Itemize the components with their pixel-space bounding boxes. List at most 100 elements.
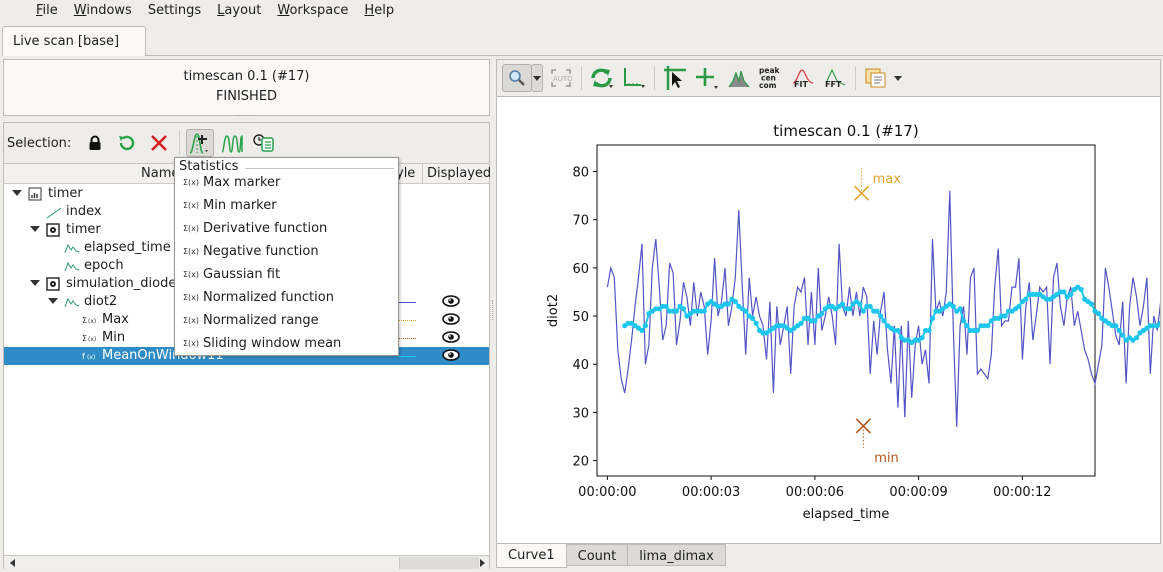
scroll-right-arrow-icon[interactable] [480,559,485,567]
chart[interactable]: timescan 0.1 (#17) 20 30 40 50 60 70 80 00:00:00… [497,97,1163,542]
mean-point [819,311,825,317]
menu-item-max-marker[interactable]: Σ(x) Max marker [175,173,398,196]
mean-point [867,303,873,309]
mean-point [1068,291,1074,297]
expand-arrow-icon[interactable] [48,298,58,304]
menu-item-gaussian-fit[interactable]: Σ(x) Gaussian fit [175,265,398,288]
tree-row-label: epoch [84,258,124,273]
visibility-eye-icon[interactable] [442,313,460,329]
menu-settings[interactable]: Settings [140,0,209,22]
x-tick-label: 00:00:09 [889,485,947,500]
menu-item-negative-function[interactable]: Σ(x) Negative function [175,242,398,265]
fit-button[interactable]: FIT [789,64,817,92]
crosshair-cursor-button[interactable] [661,64,689,92]
plus-icon [696,68,718,89]
mean-point [1133,335,1140,341]
mean-point [798,320,804,326]
expand-arrow-icon[interactable] [30,280,40,286]
menu-item-normalized-function[interactable]: Σ(x) Normalized function [175,288,398,311]
visibility-eye-icon[interactable] [442,349,460,365]
zoom-mode-button[interactable] [502,64,532,92]
remove-button[interactable] [145,129,173,157]
mean-point [1113,323,1119,329]
refresh-button[interactable] [588,64,616,92]
plot-tab-curve1[interactable]: Curve1 [496,544,567,568]
sigma-icon: Σ(x) [183,339,200,348]
menu-item-label: Derivative function [203,221,328,236]
tree-row-label: Max [102,312,129,327]
reset-button[interactable] [113,129,141,157]
menu-item-label: Normalized range [203,313,319,328]
add-marker-button[interactable] [693,64,721,92]
filters-button[interactable] [218,129,246,157]
menu-item-derivative-function[interactable]: Σ(x) Derivative function [175,219,398,242]
refresh-icon [591,68,613,88]
timer-list-icon [253,134,275,152]
mean-point [732,299,738,305]
visibility-eye-icon[interactable] [442,295,460,311]
y-tick-label: 30 [572,406,589,421]
column-displayed-header[interactable]: Displayed [422,164,491,183]
statistics-menu: Statistics Σ(x) Max marker Σ(x) Min marker Σ… [174,157,399,356]
fit-icon: FIT [792,69,814,89]
autoscale-button[interactable]: AUTO [547,64,575,92]
tree-row-label: elapsed_time [84,240,171,255]
menu-item-label: Min marker [203,198,277,213]
menu-workspace[interactable]: Workspace [269,0,356,22]
menu-item-label: Max marker [203,175,281,190]
svg-text:f: f [82,352,85,361]
fft-button[interactable]: FFT [821,64,849,92]
marker-label-min: min [874,451,899,466]
channel-icon [64,295,80,309]
lock-button[interactable] [81,129,109,157]
peak-button[interactable] [725,64,753,92]
mean-point [839,301,846,307]
mean-point [974,327,980,334]
copy-to-clipboard-button[interactable] [862,64,890,92]
copy-menu-chevron-icon[interactable] [894,75,902,81]
tree-row-label: simulation_diode_ [66,276,183,291]
style-swatch [398,356,416,357]
mean-point [957,306,963,312]
plot-tab-count[interactable]: Count [565,544,629,566]
sigma-icon: Σ(x) [183,178,200,187]
menu-file[interactable]: File [28,0,66,22]
tab-live-scan[interactable]: Live scan [base] [2,26,146,56]
controller-icon [46,223,60,237]
expand-arrow-icon[interactable] [30,226,40,232]
axis-options-button[interactable] [620,64,648,92]
plot-tab-lima_dimax[interactable]: lima_dimax [627,544,726,566]
lock-icon [89,135,101,150]
toolbar-separator [855,66,856,90]
scrollbar-thumb[interactable] [399,557,479,569]
horizontal-splitter-handle[interactable] [236,115,256,116]
visibility-eye-icon[interactable] [442,331,460,347]
plot-canvas[interactable]: timescan 0.1 (#17) 20 30 40 50 60 70 80 00:00:00… [496,97,1163,544]
scroll-left-arrow-icon[interactable] [10,559,15,567]
tree-horizontal-scrollbar[interactable] [4,555,489,569]
magnifier-icon [509,70,525,86]
expand-arrow-icon[interactable] [12,190,22,196]
menu-layout[interactable]: Layout [209,0,269,22]
peak-cen-com-button[interactable]: peak cen com [757,64,785,92]
x-tick-label: 00:00:03 [682,485,740,500]
chart-title: timescan 0.1 (#17) [773,122,918,140]
menu-help[interactable]: Help [356,0,402,22]
time-tools-button[interactable] [250,129,278,157]
style-swatch [398,302,416,303]
menu-item-normalized-range[interactable]: Σ(x) Normalized range [175,311,398,334]
mean-point [680,306,687,312]
y-tick-label: 40 [572,358,589,373]
mean-point [919,335,925,341]
x-axis-label: elapsed_time [803,507,890,522]
svg-text:FIT: FIT [794,80,808,89]
menu-windows[interactable]: Windows [66,0,140,22]
add-statistics-button[interactable] [186,129,215,157]
plot-toolbar: AUTO peak cen com FIT FFT [496,59,1161,97]
peak-icon [728,70,750,88]
add-statistic-icon [189,133,209,154]
menu-item-min-marker[interactable]: Σ(x) Min marker [175,196,398,219]
zoom-mode-menu-button[interactable] [531,64,543,92]
vertical-splitter-handle[interactable] [492,300,493,320]
menu-item-sliding-window-mean[interactable]: Σ(x) Sliding window mean [175,334,398,357]
